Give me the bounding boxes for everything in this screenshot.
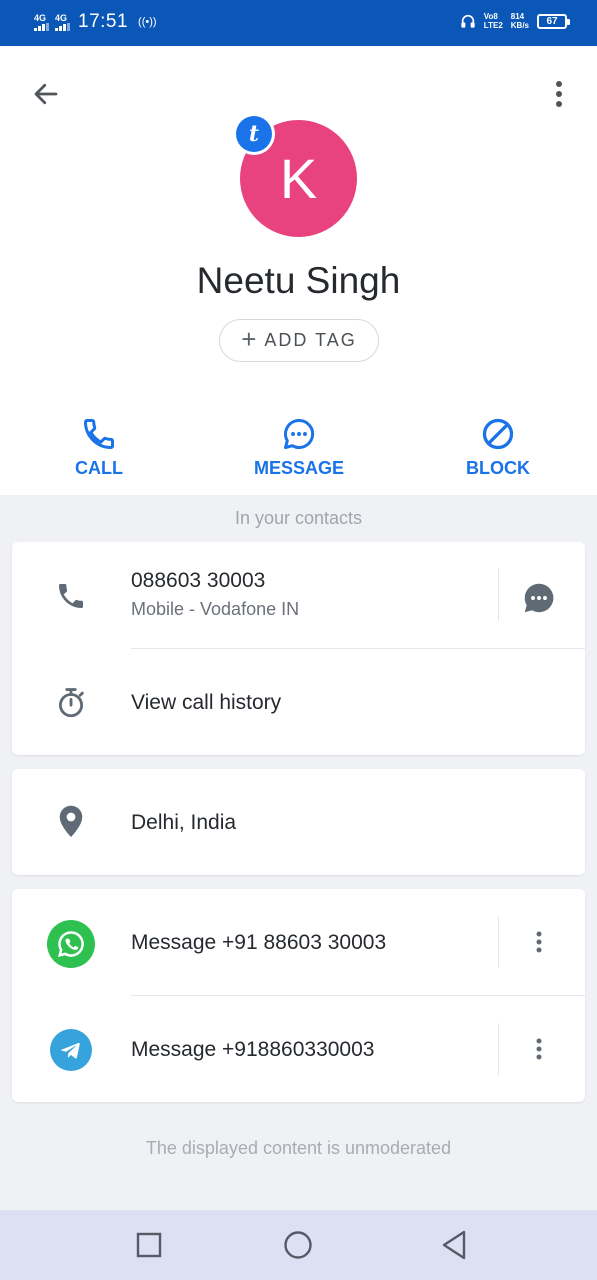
add-tag-label: ADD TAG — [264, 330, 357, 350]
signal-icon: 4G — [55, 12, 70, 31]
block-icon — [482, 418, 514, 450]
phone-card: 088603 30003 Mobile - Vodafone IN View c… — [12, 542, 585, 755]
chat-bubble-icon — [284, 418, 315, 449]
clock: 17:51 — [78, 11, 129, 32]
message-button[interactable]: MESSAGE — [219, 416, 379, 479]
square-icon — [136, 1232, 162, 1258]
back-nav-button[interactable] — [436, 1227, 472, 1263]
headphones-icon — [461, 14, 475, 28]
arrow-left-icon — [34, 83, 58, 105]
network-type-2: 4G — [55, 12, 68, 23]
block-button[interactable]: BLOCK — [418, 416, 578, 479]
stopwatch-icon — [50, 682, 92, 724]
home-button[interactable] — [280, 1227, 316, 1263]
network-speed: 814 KB/s — [510, 12, 529, 30]
sms-button[interactable] — [518, 577, 560, 619]
navigation-bar — [0, 1210, 597, 1280]
location-row[interactable]: Delhi, India — [12, 769, 585, 875]
add-tag-button[interactable]: + ADD TAG — [219, 319, 379, 362]
messaging-card: Message +91 88603 30003 Message +9188603… — [12, 889, 585, 1102]
location-card: Delhi, India — [12, 769, 585, 875]
unmoderated-notice: The displayed content is unmoderated — [145, 1138, 452, 1158]
phone-number: 088603 30003 — [131, 569, 266, 592]
whatsapp-label: Message +91 88603 30003 — [131, 931, 387, 954]
truecaller-badge: t — [233, 113, 275, 155]
back-button[interactable] — [26, 74, 66, 114]
whatsapp-icon — [47, 920, 95, 968]
location-pin-icon — [50, 801, 92, 843]
recents-button[interactable] — [131, 1227, 167, 1263]
triangle-back-icon — [442, 1230, 466, 1260]
more-vertical-icon — [556, 81, 562, 107]
telegram-label: Message +918860330003 — [131, 1038, 375, 1061]
more-options-button[interactable] — [539, 74, 579, 114]
call-history-label: View call history — [131, 691, 282, 714]
telegram-row[interactable]: Message +918860330003 — [12, 996, 585, 1102]
signal-icon: 4G — [34, 12, 49, 31]
status-bar-right: Vo8 LTE2 814 KB/s 67 — [460, 12, 570, 30]
action-bar: CALL MESSAGE BLOCK — [0, 416, 597, 486]
status-bar: 4G 4G 17:51 ((•)) Vo8 LTE2 814 KB/s 67 — [0, 0, 597, 46]
plus-icon: + — [241, 324, 257, 354]
phone-detail: Mobile - Vodafone IN — [131, 599, 300, 619]
divider — [498, 916, 499, 968]
block-label: BLOCK — [466, 458, 530, 478]
call-button[interactable]: CALL — [19, 416, 179, 479]
chat-bubble-icon — [524, 583, 554, 613]
whatsapp-row[interactable]: Message +91 88603 30003 — [12, 889, 585, 996]
battery-level: 67 — [546, 15, 558, 27]
telegram-icon — [50, 1029, 92, 1071]
avatar-letter: K — [279, 147, 318, 210]
phone-row[interactable]: 088603 30003 Mobile - Vodafone IN — [12, 542, 585, 649]
more-vertical-icon — [536, 931, 542, 953]
battery-icon: 67 — [537, 13, 570, 29]
circle-icon — [284, 1231, 312, 1259]
status-bar-left: 4G 4G 17:51 ((•)) — [34, 11, 157, 33]
phone-text: 088603 30003 Mobile - Vodafone IN — [131, 569, 299, 620]
divider — [498, 569, 499, 621]
truecaller-icon: t — [236, 116, 272, 152]
contact-header: K t Neetu Singh + ADD TAG CALL MESSAGE B… — [0, 46, 597, 495]
call-label: CALL — [75, 458, 123, 478]
phone-icon — [83, 419, 114, 450]
whatsapp-more-button[interactable] — [524, 922, 554, 962]
phone-icon — [50, 575, 92, 617]
location-text: Delhi, India — [131, 811, 237, 834]
call-history-row[interactable]: View call history — [12, 649, 585, 755]
contact-name: Neetu Singh — [196, 260, 401, 301]
volte-indicator: Vo8 LTE2 — [483, 12, 503, 30]
hotspot-icon: ((•)) — [138, 16, 157, 28]
in-contacts-label: In your contacts — [234, 508, 363, 528]
network-type-1: 4G — [34, 12, 47, 23]
message-label: MESSAGE — [253, 458, 345, 478]
telegram-more-button[interactable] — [524, 1029, 554, 1069]
more-vertical-icon — [536, 1038, 542, 1060]
divider — [498, 1023, 499, 1075]
